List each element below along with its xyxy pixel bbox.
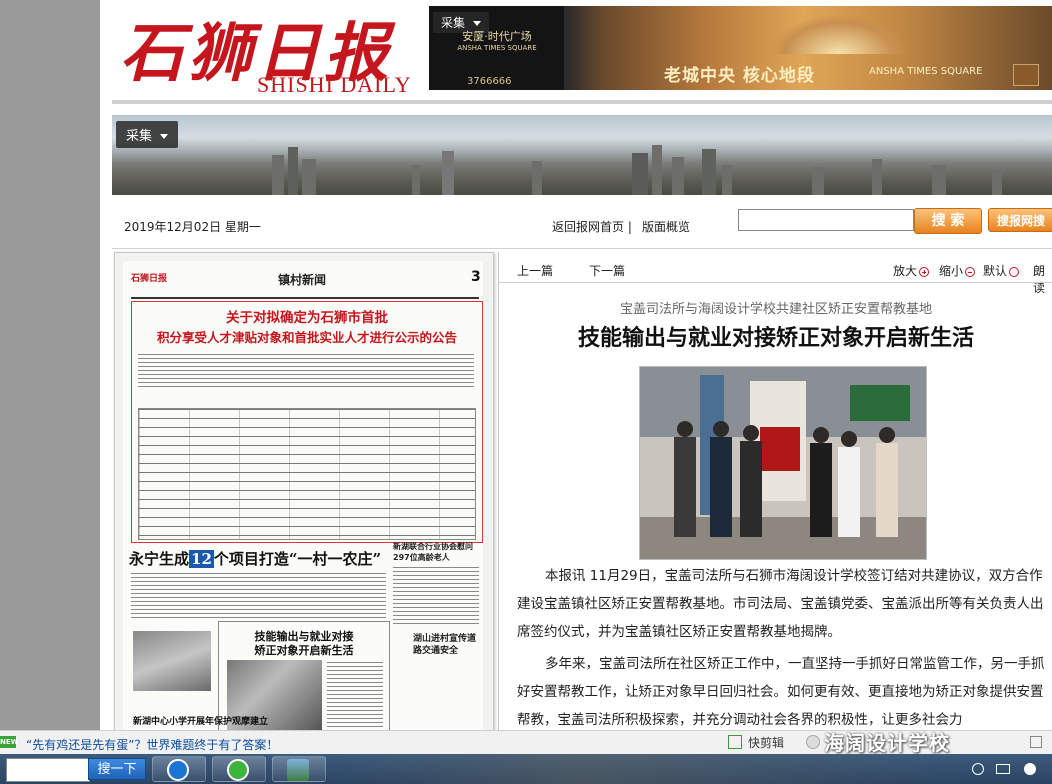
kugou-icon <box>167 759 189 781</box>
zoom-out-icon <box>965 267 976 277</box>
paper-article-notice[interactable]: 关于对拟确定为石狮市首批 积分享受人才津贴对象和首批实业人才进行公示的公告 <box>131 301 483 543</box>
refresh-icon <box>227 759 249 781</box>
left-gutter <box>0 0 100 730</box>
tray-icon[interactable] <box>972 763 984 775</box>
taskbar-app-image[interactable] <box>272 756 326 782</box>
watermark-text: 海阔设计学校 <box>824 731 950 755</box>
paper-body-text <box>327 662 383 728</box>
paper-logo: 石狮日报 <box>131 274 168 284</box>
paper-article-xinhu-school[interactable]: 新湖中心小学开展年保护观摩建立 <box>133 716 268 728</box>
current-date: 2019年12月02日 星期一 <box>124 220 261 234</box>
zoom-out-button[interactable]: 缩小 <box>939 262 976 279</box>
new-badge: NEW <box>0 736 19 748</box>
next-article-link[interactable]: 下一篇 <box>589 262 625 279</box>
play-icon <box>728 735 742 749</box>
taskbar-app-refresh[interactable] <box>212 756 266 782</box>
article-paragraph-2: 多年来，宝盖司法所在社区矫正工作中，一直坚持一手抓好日常监管工作，另一手抓好安置… <box>517 656 1045 728</box>
city-banner: 采集 <box>112 115 1052 195</box>
paper-body-text <box>131 573 386 618</box>
prev-article-link[interactable]: 上一篇 <box>517 262 553 279</box>
collect-button-banner[interactable]: 采集 <box>116 121 179 148</box>
date-bar: 2019年12月02日 星期一 返回报网首页 | 版面概览 搜 索 搜报网搜 <box>112 200 1052 249</box>
taskbar-background <box>330 754 960 784</box>
network-icon[interactable] <box>1024 763 1036 775</box>
search-input[interactable] <box>738 209 914 231</box>
page-overview-link[interactable]: 版面概览 <box>642 218 690 235</box>
browser-status-bar: NEW “先有鸡还是先有蛋”？世界难题终于有了答案！ 快剪辑 海阔设计学校 <box>0 730 1052 755</box>
default-size-button[interactable]: 默认 <box>983 262 1020 279</box>
ad-phone: 3766666 <box>467 76 512 87</box>
notice-table <box>138 408 476 540</box>
default-size-icon <box>1009 267 1020 277</box>
article-subtitle: 宝盖司法所与海阔设计学校共建社区矫正安置帮教基地 <box>619 302 932 317</box>
masthead: 石狮日报 SHISHI DAILY 采集 安厦·时代广场 ANSHA TIMES … <box>112 0 1052 100</box>
newspaper-page-thumbnail[interactable]: 石狮日报 镇村新闻 3 关于对拟确定为石狮市首批 积分享受人才津贴对象和首批实业… <box>114 252 494 732</box>
newspaper-page: 石狮日报 镇村新闻 3 关于对拟确定为石狮市首批 积分享受人才津贴对象和首批实业… <box>123 261 483 731</box>
ad-building-image <box>769 14 909 54</box>
article-pane: 上一篇 下一篇 放大 缩小 默认 朗读 宝盖司法所与海阔设计学校共建社区矫正安置… <box>498 252 1052 730</box>
ad-slogan: 老城中央 核心地段 <box>664 66 815 86</box>
notice-headline: 关于对拟确定为石狮市首批 积分享受人才津贴对象和首批实业人才进行公示的公告 <box>156 310 457 345</box>
news-ticker-link[interactable]: “先有鸡还是先有蛋”？世界难题终于有了答案！ <box>26 736 278 753</box>
ad-banner[interactable]: 采集 安厦·时代广场 ANSHA TIMES SQUARE 3766666 老城中… <box>429 6 1052 90</box>
left-margin <box>100 0 112 730</box>
taskbar-app-k[interactable] <box>152 756 206 782</box>
dropdown-arrow-icon <box>473 21 482 26</box>
masthead-divider <box>112 100 1052 104</box>
dropdown-arrow-icon <box>160 134 169 139</box>
quick-edit-button[interactable]: 快剪辑 <box>748 734 784 751</box>
paper-article-xinhu[interactable]: 新湖联合行业协会慰问297位高龄老人 <box>393 541 483 563</box>
unveiling-ceremony-photo <box>640 367 926 559</box>
article-paragraph-1: 本报讯 11月29日，宝盖司法所与石狮市海阔设计学校签订结对共建协议，双方合作建… <box>517 568 1044 640</box>
return-home-link[interactable]: 返回报网首页 | <box>552 218 632 235</box>
article-toolbar-divider <box>499 282 1052 283</box>
paper-article-hushan[interactable]: 湖山进村宣传道路交通安全 <box>413 633 483 657</box>
wechat-icon <box>806 735 820 749</box>
paper-header-rule <box>131 297 479 299</box>
paper-photo <box>133 631 211 691</box>
image-viewer-icon <box>287 759 309 781</box>
zoom-in-icon <box>919 267 930 277</box>
site-logo-english: SHISHI DAILY <box>257 72 412 97</box>
download-icon[interactable] <box>1030 736 1042 748</box>
paper-section-title: 镇村新闻 <box>278 273 327 287</box>
notice-body-text <box>138 354 474 390</box>
zoom-in-button[interactable]: 放大 <box>893 262 930 279</box>
search-web-button[interactable]: 搜报网搜 <box>988 208 1052 232</box>
taskbar: 搜一下 <box>0 754 1052 784</box>
search-button[interactable]: 搜 索 <box>914 208 982 234</box>
article-photo[interactable] <box>639 366 927 560</box>
paper-article-yongning[interactable]: 永宁生成 12 个项目打造“一村一农庄” <box>129 548 381 569</box>
keyboard-icon[interactable] <box>996 764 1010 774</box>
ad-brand-name: 安厦·时代广场 ANSHA TIMES SQUARE <box>457 30 537 52</box>
article-title: 技能输出与就业对接矫正对象开启新生活 <box>577 325 974 351</box>
ad-logo-icon <box>1013 64 1039 86</box>
ad-slogan-english: ANSHA TIMES SQUARE <box>869 66 983 77</box>
paper-article-current-title: 技能输出与就业对接 矫正对象开启新生活 <box>254 630 354 657</box>
paper-page-number: 3 <box>471 269 481 285</box>
paper-body-text <box>393 567 479 627</box>
taskbar-search-input[interactable] <box>6 758 90 782</box>
taskbar-search-button[interactable]: 搜一下 <box>88 758 146 780</box>
system-tray <box>962 754 1052 784</box>
read-aloud-button[interactable]: 朗读 <box>1033 262 1052 296</box>
